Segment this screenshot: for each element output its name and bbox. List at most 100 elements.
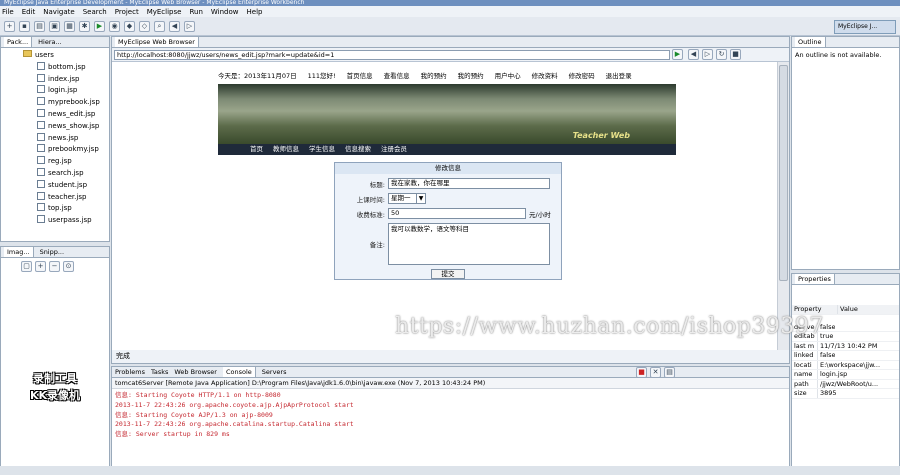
nav-link[interactable]: 注册会员 xyxy=(381,144,407,155)
menu-project[interactable]: Project xyxy=(115,8,139,16)
tree-file[interactable]: bottom.jsp xyxy=(23,62,109,74)
tree-file[interactable]: news.jsp xyxy=(23,133,109,145)
tree-file[interactable]: prebookmy.jsp xyxy=(23,144,109,156)
print-icon[interactable]: ▤ xyxy=(34,20,45,32)
zoom-reset-icon[interactable]: ⊙ xyxy=(63,261,74,272)
back-icon[interactable]: ◀ xyxy=(688,49,699,60)
property-value: E:\workspace\jjw... xyxy=(820,360,881,369)
tab-snippets[interactable]: Snipp... xyxy=(40,247,65,257)
menu-myeclipse[interactable]: MyEclipse xyxy=(147,8,182,16)
menu-search[interactable]: Search xyxy=(83,8,107,16)
zoom-in-icon[interactable]: + xyxy=(35,261,46,272)
tab-package-explorer[interactable]: Pack... xyxy=(4,37,33,47)
tree-file[interactable]: reg.jsp xyxy=(23,156,109,168)
tree-file[interactable]: userpass.jsp xyxy=(23,215,109,227)
tab-outline[interactable]: Outline xyxy=(795,37,826,47)
page-scroll-thumb[interactable] xyxy=(779,65,788,281)
tab-servers[interactable]: Servers xyxy=(262,367,287,377)
nav-link[interactable]: 信息搜索 xyxy=(345,144,371,155)
tab-web-browser[interactable]: MyEclipse Web Browser xyxy=(115,37,199,47)
back-nav-icon[interactable]: ◀ xyxy=(169,20,180,32)
console-line: 2013-11-7 22:43:26 org.apache.coyote.ajp… xyxy=(115,400,354,409)
tree-file[interactable]: student.jsp xyxy=(23,180,109,192)
property-row[interactable]: name login.jsp xyxy=(792,370,899,380)
top-link[interactable]: 退出登录 xyxy=(606,70,632,82)
field-label: 备注: xyxy=(369,241,385,249)
new-java-icon[interactable]: ◆ xyxy=(124,20,135,32)
deploy-icon[interactable]: ▣ xyxy=(49,20,60,32)
browser-status: 完成 xyxy=(112,350,789,363)
nav-link[interactable]: 首页 xyxy=(250,144,263,155)
server-icon[interactable]: ▦ xyxy=(64,20,75,32)
menu-window[interactable]: Window xyxy=(211,8,239,16)
field-label: 上课时间: xyxy=(356,195,385,204)
time-select[interactable]: 星期一 ▼ xyxy=(388,193,426,204)
nav-link[interactable]: 教师信息 xyxy=(273,144,299,155)
remove-launch-icon[interactable]: ✕ xyxy=(650,367,661,378)
console-line: 2013-11-7 22:43:26 org.apache.catalina.s… xyxy=(115,420,354,429)
property-row[interactable]: path/jjwz/WebRoot/u... xyxy=(792,379,899,389)
tab-tasks[interactable]: Tasks xyxy=(151,367,168,377)
tree-file[interactable]: news_edit.jsp xyxy=(23,109,109,121)
stop-icon[interactable]: ■ xyxy=(730,49,741,60)
menu-edit[interactable]: Edit xyxy=(22,8,36,16)
tab-properties[interactable]: Properties xyxy=(795,274,835,284)
tree-file[interactable]: myprebook.jsp xyxy=(23,97,109,109)
forward-icon[interactable]: ▷ xyxy=(702,49,713,60)
recorder-line: 录制工具 xyxy=(33,372,77,385)
top-link[interactable]: 我的预约 xyxy=(421,70,447,82)
tab-console[interactable]: Console xyxy=(222,367,256,377)
menu-navigate[interactable]: Navigate xyxy=(43,8,74,16)
tree-file[interactable]: login.jsp xyxy=(23,85,109,97)
fee-unit: 元/小时 xyxy=(529,210,551,219)
note-textarea[interactable]: 我可以教数学，语文等科目 xyxy=(388,223,550,265)
property-value: login.jsp xyxy=(820,370,848,378)
top-link[interactable]: 我的预约 xyxy=(458,70,484,82)
top-link[interactable]: 查看信息 xyxy=(384,70,410,82)
image-view-tabs: Imag... Snipp... xyxy=(1,247,109,258)
property-row[interactable]: last m 11/7/13 10:42 PM xyxy=(792,341,899,351)
tab-hierarchy[interactable]: Hiera... xyxy=(38,37,62,47)
top-link[interactable]: 修改资料 xyxy=(532,70,558,82)
property-row[interactable]: linked false xyxy=(792,351,899,361)
property-row[interactable]: size 3895 xyxy=(792,389,899,399)
external-tools-icon[interactable]: ◉ xyxy=(109,20,120,32)
tree-file[interactable]: index.jsp xyxy=(23,74,109,86)
new-icon[interactable]: + xyxy=(4,20,15,32)
go-icon[interactable]: ▶ xyxy=(672,49,683,60)
tree-file[interactable]: search.jsp xyxy=(23,168,109,180)
tree-file[interactable]: top.jsp xyxy=(23,203,109,215)
tab-problems[interactable]: Problems xyxy=(115,367,145,377)
title-input[interactable]: 我在家教，你在哪里 xyxy=(388,178,550,189)
zoom-fit-icon[interactable]: ▢ xyxy=(21,261,32,272)
fee-input[interactable]: 50 xyxy=(388,208,526,219)
top-link[interactable]: 修改密码 xyxy=(569,70,595,82)
tree-folder-users[interactable]: users xyxy=(23,50,109,62)
zoom-out-icon[interactable]: − xyxy=(49,261,60,272)
property-row[interactable]: locati E:\workspace\jjw... xyxy=(792,360,899,370)
save-icon[interactable]: ▪ xyxy=(19,20,30,32)
perspective-switcher[interactable]: MyEclipse J... xyxy=(834,20,896,34)
search-icon[interactable]: ⌕ xyxy=(154,20,165,32)
menu-help[interactable]: Help xyxy=(247,8,263,16)
run-icon[interactable]: ▶ xyxy=(94,20,105,32)
clear-console-icon[interactable]: ▤ xyxy=(664,367,675,378)
refresh-icon[interactable]: ↻ xyxy=(716,49,727,60)
top-link[interactable]: 首页信息 xyxy=(347,70,373,82)
menu-file[interactable]: File xyxy=(2,8,14,16)
open-type-icon[interactable]: ◇ xyxy=(139,20,150,32)
terminate-icon[interactable]: ■ xyxy=(636,367,647,378)
menu-run[interactable]: Run xyxy=(189,8,202,16)
top-link[interactable]: 用户中心 xyxy=(495,70,521,82)
tab-web-browser-view[interactable]: Web Browser xyxy=(174,367,217,377)
debug-icon[interactable]: ✱ xyxy=(79,20,90,32)
properties-toolbar xyxy=(792,285,899,305)
nav-link[interactable]: 学生信息 xyxy=(309,144,335,155)
forward-nav-icon[interactable]: ▷ xyxy=(184,20,195,32)
tab-image-preview[interactable]: Imag... xyxy=(4,247,34,257)
page-scrollbar[interactable] xyxy=(777,62,789,352)
tree-file[interactable]: news_show.jsp xyxy=(23,121,109,133)
url-input[interactable]: http://localhost:8080/jjwz/users/news_ed… xyxy=(114,50,670,60)
submit-button[interactable]: 提交 xyxy=(431,269,465,279)
tree-file[interactable]: teacher.jsp xyxy=(23,192,109,204)
